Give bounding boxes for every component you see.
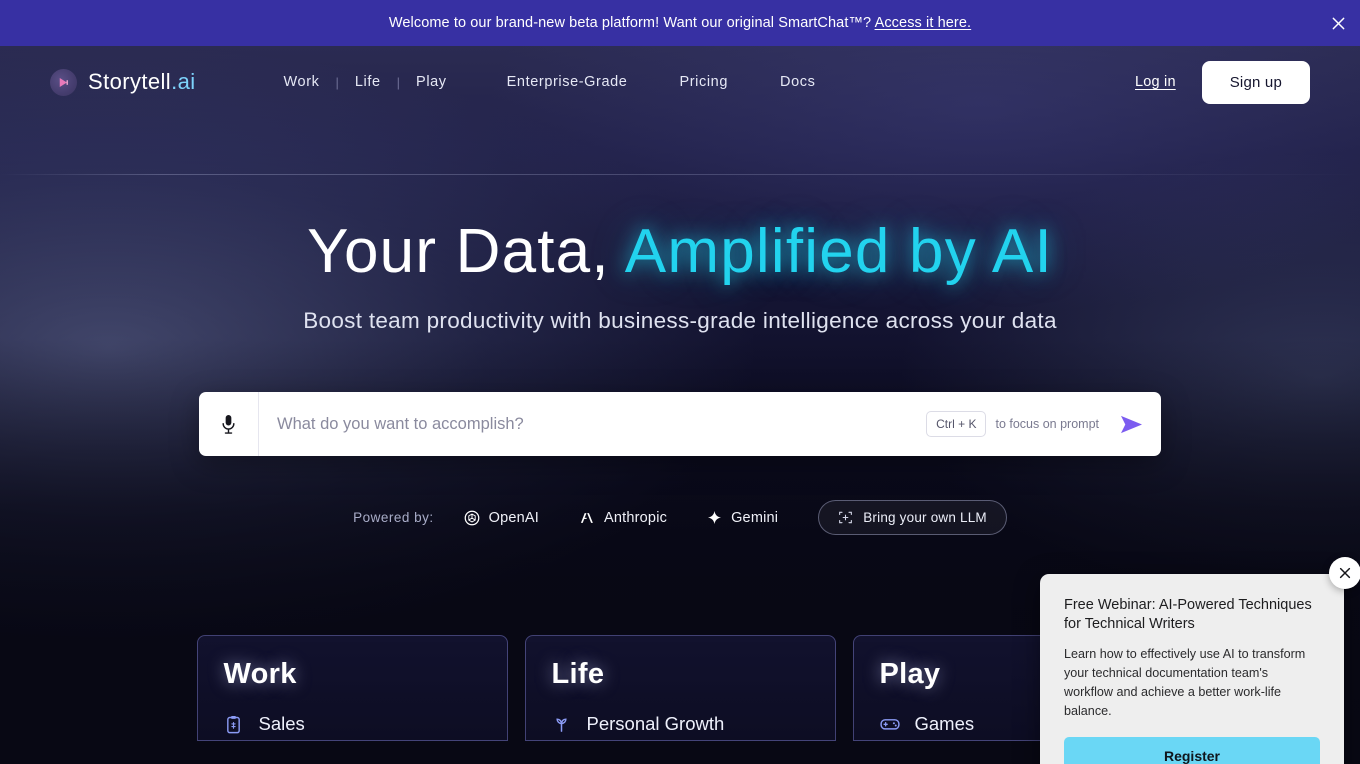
sprout-icon — [552, 715, 572, 734]
openai-icon — [464, 510, 480, 526]
page-subtitle: Boost team productivity with business-gr… — [303, 308, 1057, 334]
nav-item-life[interactable]: Life — [345, 68, 391, 96]
provider-anthropic-label: Anthropic — [604, 509, 668, 526]
nav-item-play[interactable]: Play — [406, 68, 457, 96]
powered-by-label: Powered by: — [353, 510, 434, 526]
prompt-input[interactable] — [259, 414, 927, 434]
provider-gemini[interactable]: Gemini — [707, 510, 778, 526]
announcement-link[interactable]: Access it here. — [875, 15, 972, 31]
provider-anthropic[interactable]: Anthropic — [579, 510, 667, 526]
nav-separator-2: | — [396, 74, 401, 90]
play-circle-icon — [50, 68, 77, 96]
survey-close-button[interactable] — [1329, 557, 1360, 589]
shortcut-hint: to focus on prompt — [995, 417, 1099, 432]
announcement-message: Welcome to our brand-new beta platform! … — [388, 15, 875, 31]
shortcut-badge: Ctrl + K — [926, 411, 987, 438]
microphone-icon — [222, 414, 235, 434]
provider-gemini-label: Gemini — [731, 509, 779, 526]
announcement-banner: Welcome to our brand-new beta platform! … — [0, 0, 1360, 46]
prompt-bar: Ctrl + K to focus on prompt — [199, 392, 1161, 457]
page-title: Your Data, Amplified by AI — [0, 217, 1360, 286]
nav-item-enterprise-grade[interactable]: Enterprise-Grade — [497, 68, 638, 96]
clipboard-money-icon — [224, 715, 244, 734]
headline-accent: Amplified by AI — [624, 217, 1053, 286]
nav-item-docs[interactable]: Docs — [770, 68, 825, 96]
survey-popup: Free Webinar: AI-Powered Techniques for … — [1040, 574, 1344, 764]
send-button[interactable] — [1117, 410, 1145, 438]
card-life[interactable]: Life Personal Growth — [524, 635, 836, 742]
provider-openai[interactable]: OpenAI — [464, 510, 539, 526]
card-work[interactable]: Work Sales — [196, 635, 508, 742]
logo-suffix: .ai — [171, 69, 196, 94]
provider-openai-label: OpenAI — [488, 509, 540, 526]
nav-item-pricing[interactable]: Pricing — [669, 68, 738, 96]
card-life-item[interactable]: Personal Growth — [552, 713, 809, 735]
card-life-title: Life — [551, 658, 605, 691]
powered-by-row: Powered by: OpenAI Anthropic Gemini Brin… — [0, 500, 1360, 536]
close-icon — [1339, 567, 1351, 579]
nav-links: Work | Life | Play Enterprise-Grade Pric… — [196, 68, 1135, 96]
gemini-sparkle-icon — [707, 511, 722, 525]
card-life-item-label: Personal Growth — [586, 713, 725, 735]
logo-text: Storytell.ai — [88, 69, 196, 95]
hero-content: Your Data, Amplified by AI Boost team pr… — [0, 217, 1360, 457]
card-work-title: Work — [223, 658, 297, 691]
prompt-bar-wrapper: Ctrl + K to focus on prompt — [199, 392, 1161, 457]
bring-your-own-llm-button[interactable]: Bring your own LLM — [818, 500, 1007, 536]
logo-name: Storytell — [88, 69, 172, 94]
nav-divider — [0, 174, 1360, 175]
survey-description: Learn how to effectively use AI to trans… — [1064, 646, 1306, 719]
site-logo[interactable]: Storytell.ai — [50, 68, 196, 96]
announcement-text: Welcome to our brand-new beta platform! … — [389, 15, 971, 31]
bring-your-own-llm-label: Bring your own LLM — [863, 510, 987, 526]
frame-plus-icon — [839, 511, 853, 524]
close-icon — [1332, 17, 1344, 29]
headline-plain: Your Data, — [307, 217, 625, 286]
survey-title: Free Webinar: AI-Powered Techniques for … — [1064, 597, 1312, 633]
signup-button[interactable]: Sign up — [1201, 60, 1310, 104]
banner-close-button[interactable] — [1324, 9, 1352, 37]
gamepad-icon — [879, 716, 900, 732]
survey-register-button[interactable]: Register — [1064, 737, 1320, 764]
anthropic-icon — [580, 512, 593, 523]
card-play-item-label: Games — [914, 713, 975, 735]
hero-section: Storytell.ai Work | Life | Play Enterpri… — [0, 46, 1360, 764]
login-link[interactable]: Log in — [1135, 74, 1176, 90]
top-navigation: Storytell.ai Work | Life | Play Enterpri… — [0, 46, 1360, 118]
card-work-item[interactable]: Sales — [224, 713, 481, 735]
nav-actions: Log in Sign up — [1135, 60, 1310, 104]
nav-item-work[interactable]: Work — [274, 68, 330, 96]
send-arrow-icon — [1120, 415, 1142, 433]
microphone-button[interactable] — [199, 392, 259, 457]
card-work-item-label: Sales — [258, 713, 305, 735]
nav-separator-1: | — [335, 74, 339, 90]
